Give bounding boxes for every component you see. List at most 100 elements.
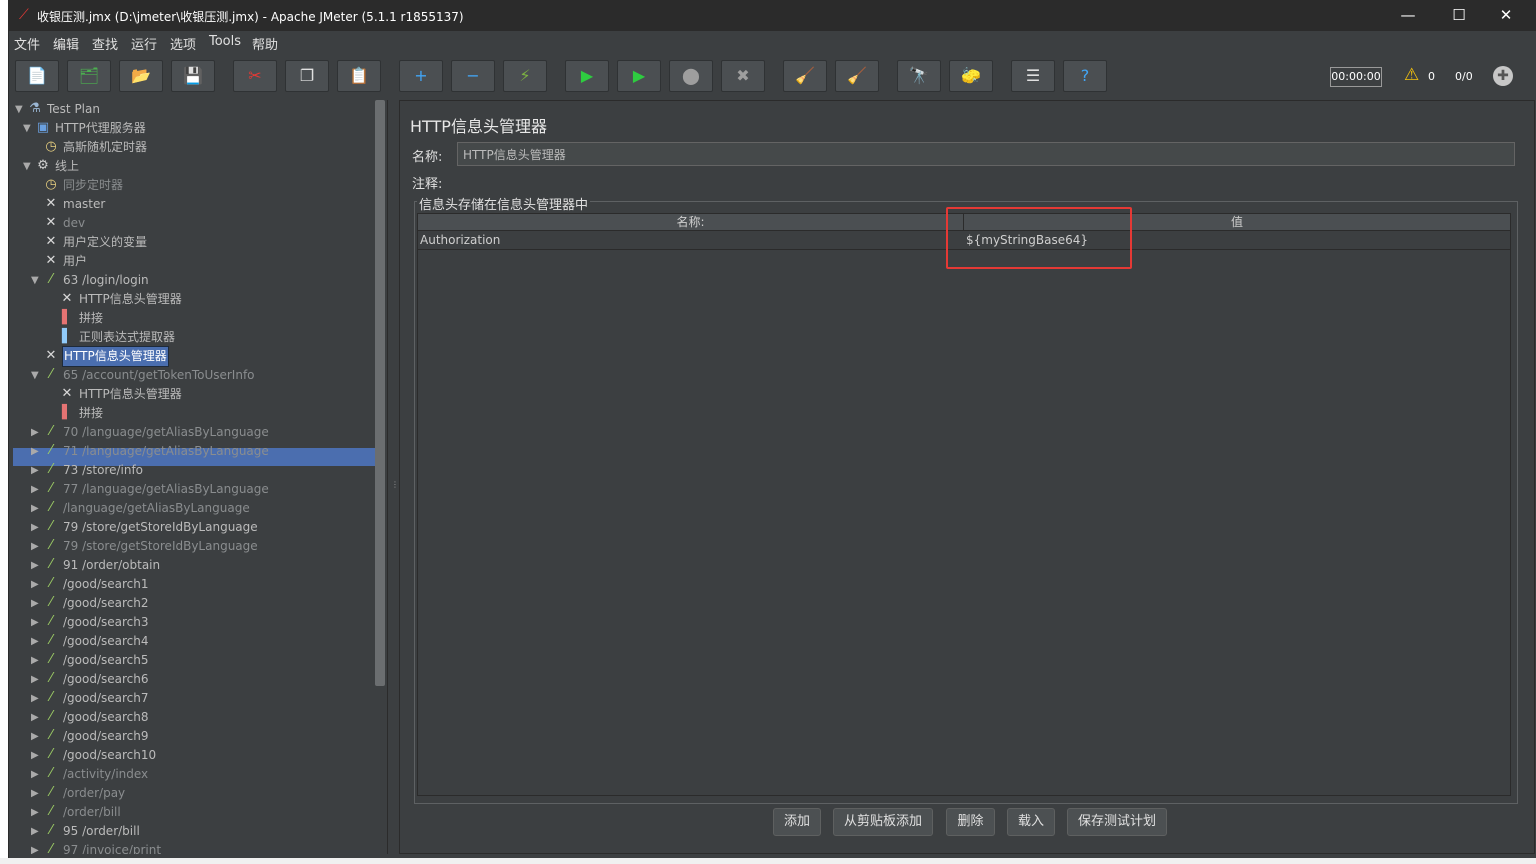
expand-arrow-icon[interactable]: ▶ — [31, 841, 43, 854]
headers-table[interactable]: 名称: 值 Authorization ${myStringBase64} — [417, 213, 1511, 796]
collapse-arrow-icon[interactable]: ▼ — [15, 100, 27, 119]
tree-node[interactable]: ▼ ▣ HTTP代理服务器 — [23, 119, 371, 138]
minimize-button[interactable]: — — [1385, 0, 1431, 31]
expand-arrow-icon[interactable]: ▶ — [31, 746, 43, 765]
tree-node[interactable]: ▶ ⁄ 71 /language/getAliasByLanguage — [31, 442, 371, 461]
tree-node[interactable]: ▶ ⁄ /good/search8 — [31, 708, 371, 727]
tree-node[interactable]: ▌ 拼接 — [39, 309, 371, 328]
tree-node[interactable]: ▶ ⁄ /good/search3 — [31, 613, 371, 632]
shutdown-button[interactable]: ✖ — [721, 60, 765, 92]
menu-search[interactable]: 查找 — [92, 34, 118, 53]
search-button[interactable]: 🔭 — [897, 60, 941, 92]
tree-node[interactable]: ▶ ⁄ /good/search4 — [31, 632, 371, 651]
test-plan-tree[interactable]: ▼ ⚗ Test Plan ▼ ▣ HTTP代理服务器 ◷ 高斯随机定时器 ▼ ⚙ 线上 ◷ 同步定时器… — [11, 100, 388, 854]
collapse-button[interactable]: − — [451, 60, 495, 92]
tree-node[interactable]: ▶ ⁄ /activity/index — [31, 765, 371, 784]
save-button[interactable]: 💾 — [171, 60, 215, 92]
tree-node[interactable]: ▼ ⁄ 63 /login/login — [31, 271, 371, 290]
tree-node[interactable]: ▶ ⁄ /good/search10 — [31, 746, 371, 765]
comment-input[interactable] — [457, 171, 1515, 191]
expand-arrow-icon[interactable]: ▶ — [31, 689, 43, 708]
tree-node[interactable]: ▶ ⁄ /good/search6 — [31, 670, 371, 689]
save-test-plan-button[interactable]: 保存测试计划 — [1067, 808, 1167, 836]
tree-node[interactable]: ▶ ⁄ 97 /invoice/print — [31, 841, 371, 854]
start-no-pause-button[interactable]: ▶ — [617, 60, 661, 92]
expand-arrow-icon[interactable]: ▶ — [31, 727, 43, 746]
tree-node[interactable]: ▼ ⁄ 65 /account/getTokenToUserInfo — [31, 366, 371, 385]
tree-node[interactable]: ✕ dev — [31, 214, 371, 233]
menu-options[interactable]: 选项 — [170, 34, 196, 53]
expand-arrow-icon[interactable]: ▶ — [31, 461, 43, 480]
copy-button[interactable]: ❐ — [285, 60, 329, 92]
reset-search-button[interactable]: 🧽 — [949, 60, 993, 92]
collapse-arrow-icon[interactable]: ▼ — [23, 119, 35, 138]
pane-splitter[interactable]: ⋮ — [390, 100, 399, 854]
expand-arrow-icon[interactable]: ▶ — [31, 651, 43, 670]
menu-edit[interactable]: 编辑 — [53, 34, 79, 53]
expand-arrow-icon[interactable]: ▶ — [31, 556, 43, 575]
collapse-arrow-icon[interactable]: ▼ — [23, 157, 35, 176]
tree-node[interactable]: ▶ ⁄ /good/search2 — [31, 594, 371, 613]
tree-node[interactable]: ▶ ⁄ /good/search5 — [31, 651, 371, 670]
start-button[interactable]: ▶ — [565, 60, 609, 92]
tree-node[interactable]: ▶ ⁄ 70 /language/getAliasByLanguage — [31, 423, 371, 442]
menu-file[interactable]: 文件 — [14, 34, 40, 53]
expand-arrow-icon[interactable]: ▶ — [31, 765, 43, 784]
tree-node[interactable]: ◷ 同步定时器 — [31, 176, 371, 195]
new-button[interactable]: 📄 — [15, 60, 59, 92]
tree-node[interactable]: ▶ ⁄ /good/search7 — [31, 689, 371, 708]
tree-node[interactable]: ▼ ⚗ Test Plan — [15, 100, 371, 119]
paste-button[interactable]: 📋 — [337, 60, 381, 92]
load-button[interactable]: 载入 — [1007, 808, 1055, 836]
expand-arrow-icon[interactable]: ▶ — [31, 480, 43, 499]
templates-button[interactable]: 🗂 — [67, 60, 111, 92]
column-header-name[interactable]: 名称: — [418, 214, 964, 231]
tree-node[interactable]: ▼ ⚙ 线上 — [23, 157, 371, 176]
tree-node[interactable]: ✕ master — [31, 195, 371, 214]
cut-button[interactable]: ✂ — [233, 60, 277, 92]
open-button[interactable]: 📂 — [119, 60, 163, 92]
tree-node[interactable]: ▶ ⁄ 77 /language/getAliasByLanguage — [31, 480, 371, 499]
tree-node[interactable]: ✕ HTTP信息头管理器 — [39, 290, 371, 309]
tree-node[interactable]: ▌ 正则表达式提取器 — [39, 328, 371, 347]
clear-all-button[interactable]: 🧹 — [835, 60, 879, 92]
expand-arrow-icon[interactable]: ▶ — [31, 442, 43, 461]
tree-node[interactable]: ▌ 拼接 — [39, 404, 371, 423]
expand-arrow-icon[interactable]: ▶ — [31, 518, 43, 537]
tree-node[interactable]: ✕ HTTP信息头管理器 — [31, 346, 371, 367]
expand-arrow-icon[interactable]: ▶ — [31, 784, 43, 803]
expand-arrow-icon[interactable]: ▶ — [31, 670, 43, 689]
tree-node[interactable]: ▶ ⁄ 79 /store/getStoreIdByLanguage — [31, 518, 371, 537]
tree-node[interactable]: ▶ ⁄ 91 /order/obtain — [31, 556, 371, 575]
delete-button[interactable]: 删除 — [946, 808, 995, 836]
tree-node[interactable]: ▶ ⁄ /language/getAliasByLanguage — [31, 499, 371, 518]
menu-help[interactable]: 帮助 — [252, 34, 278, 53]
tree-node[interactable]: ▶ ⁄ /good/search9 — [31, 727, 371, 746]
tree-node[interactable]: ✕ HTTP信息头管理器 — [39, 385, 371, 404]
expand-arrow-icon[interactable]: ▶ — [31, 708, 43, 727]
collapse-arrow-icon[interactable]: ▼ — [31, 271, 43, 290]
tree-node[interactable]: ▶ ⁄ /order/bill — [31, 803, 371, 822]
expand-arrow-icon[interactable]: ▶ — [31, 803, 43, 822]
tree-node[interactable]: ▶ ⁄ /order/pay — [31, 784, 371, 803]
toggle-button[interactable]: ⚡ — [503, 60, 547, 92]
expand-arrow-icon[interactable]: ▶ — [31, 594, 43, 613]
name-input[interactable] — [457, 142, 1515, 166]
title-bar[interactable]: ⟋ 收银压测.jmx (D:\jmeter\收银压测.jmx) - Apache… — [9, 0, 1536, 31]
tree-node[interactable]: ✕ 用户定义的变量 — [31, 233, 371, 252]
tree-node[interactable]: ▶ ⁄ 95 /order/bill — [31, 822, 371, 841]
tree-node[interactable]: ▶ ⁄ /good/search1 — [31, 575, 371, 594]
close-button[interactable]: ✕ — [1483, 0, 1529, 31]
warning-icon[interactable]: ⚠ — [1404, 65, 1424, 85]
expand-button[interactable]: + — [399, 60, 443, 92]
stop-button[interactable]: ⬤ — [669, 60, 713, 92]
remote-globe-icon[interactable]: ✚ — [1493, 66, 1513, 86]
tree-scrollbar-thumb[interactable] — [375, 100, 385, 686]
clear-button[interactable]: 🧹 — [783, 60, 827, 92]
expand-arrow-icon[interactable]: ▶ — [31, 575, 43, 594]
expand-arrow-icon[interactable]: ▶ — [31, 537, 43, 556]
expand-arrow-icon[interactable]: ▶ — [31, 499, 43, 518]
expand-arrow-icon[interactable]: ▶ — [31, 613, 43, 632]
tree-node[interactable]: ◷ 高斯随机定时器 — [31, 138, 371, 157]
expand-arrow-icon[interactable]: ▶ — [31, 423, 43, 442]
